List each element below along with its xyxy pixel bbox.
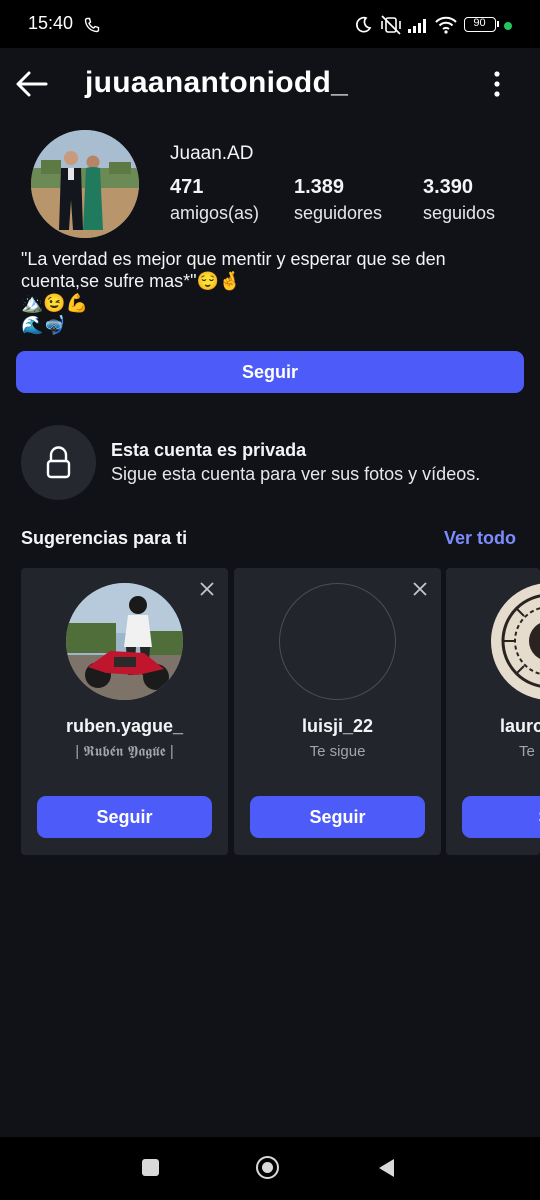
suggestion-photo [491, 583, 540, 700]
bio-line: 🏔️😉💪 [21, 293, 89, 313]
lock-badge [21, 425, 96, 500]
back-triangle-icon[interactable] [376, 1157, 396, 1179]
app-bar: juuaanantoniodd_ [0, 48, 540, 120]
suggestion-follow-button[interactable]: Se [462, 796, 540, 838]
vibrate-off-icon [381, 15, 401, 35]
stat-value: 3.390 [423, 176, 474, 198]
lock-icon [46, 446, 71, 479]
suggestion-name[interactable]: ruben.yague_ [21, 716, 228, 737]
stat-following[interactable]: 3.390 seguidos [423, 176, 495, 224]
home-circle-icon[interactable] [256, 1156, 279, 1179]
signal-icon [408, 19, 426, 33]
profile-avatar[interactable] [31, 130, 139, 238]
more-vertical-icon[interactable] [483, 68, 511, 100]
profile-bio: "La verdad es mejor que mentir y esperar… [21, 248, 521, 336]
suggestion-subtitle: | 𝕽𝖚𝖇𝖊́𝖓 𝖄𝖆𝖌𝖚̈𝖊 | [75, 743, 174, 760]
suggestion-subtitle: Te sigue [309, 743, 366, 760]
recents-square-icon[interactable] [142, 1159, 159, 1176]
bio-line: cuenta,se sufre mas*"😌🤞 [21, 271, 242, 291]
suggestion-avatar-empty[interactable] [279, 583, 396, 700]
suggestion-follow-button[interactable]: Seguir [250, 796, 425, 838]
see-all-link[interactable]: Ver todo [444, 528, 516, 549]
system-nav-bar [0, 1137, 540, 1200]
suggestion-follow-button[interactable]: Seguir [37, 796, 212, 838]
status-time: 15:40 [28, 13, 74, 33]
private-subtitle: Sigue esta cuenta para ver sus fotos y v… [111, 464, 481, 484]
battery-level: 90 [473, 17, 486, 29]
bio-line: 🌊🤿 [21, 315, 66, 335]
suggestion-card[interactable]: luisji_22 Te sigue Seguir [234, 568, 441, 855]
green-dot-icon [504, 22, 512, 30]
display-name: Juaan.AD [170, 143, 254, 164]
stat-value: 471 [170, 176, 204, 198]
suggestion-avatar[interactable] [491, 583, 540, 700]
stat-friends[interactable]: 471 amigos(as) [170, 176, 259, 224]
follow-button[interactable]: Seguir [16, 351, 524, 393]
wifi-icon [435, 16, 457, 34]
suggestion-name[interactable]: laurc [500, 716, 540, 737]
suggestion-photo [66, 583, 183, 700]
battery-cap [497, 21, 499, 27]
suggestion-avatar[interactable] [66, 583, 183, 700]
battery-icon: 90 [464, 17, 496, 32]
profile-photo [31, 130, 139, 238]
close-icon[interactable] [411, 580, 429, 598]
suggestions-title: Sugerencias para ti [21, 528, 188, 548]
suggestion-name[interactable]: luisji_22 [234, 716, 441, 737]
moon-icon [356, 16, 372, 33]
stat-label: seguidos [423, 203, 496, 223]
profile-username: juuaanantoniodd_ [85, 66, 349, 99]
close-icon[interactable] [198, 580, 216, 598]
bio-line: "La verdad es mejor que mentir y esperar… [21, 249, 446, 269]
stat-followers[interactable]: 1.389 seguidores [294, 176, 382, 224]
suggestion-card[interactable]: laurc Te Se [446, 568, 540, 855]
back-arrow-icon[interactable] [14, 66, 50, 102]
suggestion-subtitle: Te [519, 743, 535, 760]
phone-call-icon [84, 17, 100, 33]
status-bar: 15:40 90 [0, 0, 540, 48]
stat-label: seguidores [294, 203, 383, 223]
private-title: Esta cuenta es privada [111, 440, 307, 460]
stat-value: 1.389 [294, 176, 345, 198]
suggestion-card[interactable]: ruben.yague_ | 𝕽𝖚𝖇𝖊́𝖓 𝖄𝖆𝖌𝖚̈𝖊 | Seguir [21, 568, 228, 855]
stat-label: amigos(as) [170, 203, 260, 223]
